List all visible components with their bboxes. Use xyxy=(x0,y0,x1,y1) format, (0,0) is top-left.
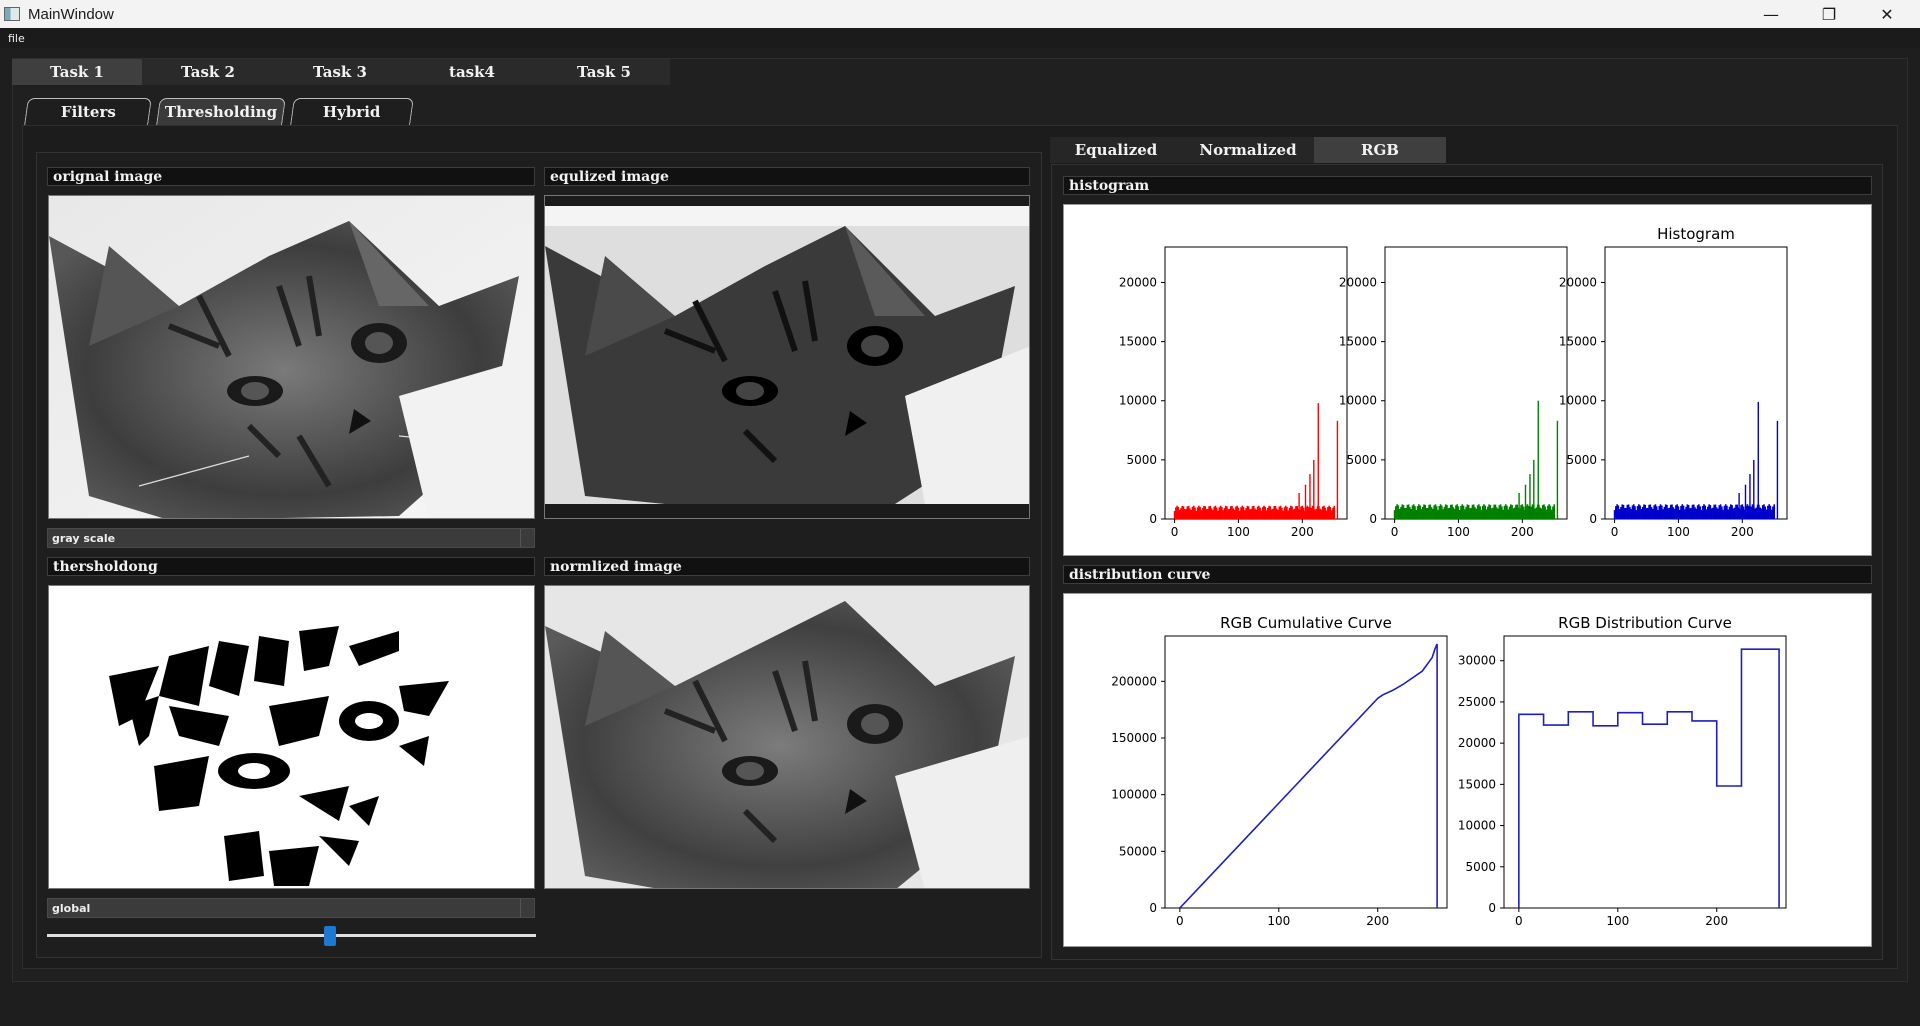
x-tick-label: 100 xyxy=(1227,525,1250,539)
x-tick-label: 200 xyxy=(1511,525,1534,539)
menu-bar: file xyxy=(0,28,1920,48)
curve-line xyxy=(1179,643,1438,909)
slider-handle[interactable] xyxy=(323,926,336,946)
y-tick-label: 150000 xyxy=(1111,731,1157,745)
y-tick-label: 5000 xyxy=(1126,453,1157,467)
tab-equalized[interactable]: Equalized xyxy=(1050,137,1182,163)
x-tick-label: 100 xyxy=(1606,914,1629,928)
y-tick-label: 0 xyxy=(1488,901,1496,915)
equalized-image xyxy=(544,195,1030,519)
original-image xyxy=(48,195,535,519)
window-title: MainWindow xyxy=(28,5,114,23)
y-tick-label: 10000 xyxy=(1339,394,1377,408)
y-tick-label: 0 xyxy=(1589,512,1597,526)
tab-normalized[interactable]: Normalized xyxy=(1182,137,1314,163)
x-tick-label: 200 xyxy=(1291,525,1314,539)
y-tick-label: 10000 xyxy=(1119,394,1157,408)
y-tick-label: 20000 xyxy=(1559,275,1597,289)
x-tick-label: 100 xyxy=(1447,525,1470,539)
thresholded-image xyxy=(48,585,535,889)
minimize-button[interactable]: — xyxy=(1742,0,1800,28)
x-tick-label: 0 xyxy=(1171,525,1179,539)
task-tab-bar: Task 1 Task 2 Task 3 task4 Task 5 xyxy=(12,59,670,85)
tab-hybrid-label: Hybrid xyxy=(323,103,381,121)
y-tick-label: 0 xyxy=(1149,901,1157,915)
plot-tab-bar: Equalized Normalized RGB xyxy=(1050,137,1446,163)
x-tick-label: 0 xyxy=(1611,525,1619,539)
histogram-label: histogram xyxy=(1063,176,1872,195)
tab-task-4[interactable]: task4 xyxy=(406,59,538,85)
x-tick-label: 0 xyxy=(1391,525,1399,539)
tab-thresholding[interactable]: Thresholding xyxy=(156,98,286,125)
menu-file[interactable]: file xyxy=(0,32,25,45)
tab-task-3[interactable]: Task 3 xyxy=(274,59,406,85)
tab-task-2[interactable]: Task 2 xyxy=(142,59,274,85)
chevron-down-icon xyxy=(520,899,534,917)
threshold-slider[interactable] xyxy=(47,926,536,946)
histogram-plot: 0 5000 10000 15000 20000 0 100 200 0 5000 10000 150… xyxy=(1063,204,1872,556)
x-tick-label: 0 xyxy=(1515,914,1523,928)
thresholding-label: thersholdong xyxy=(47,557,535,576)
tab-task-5[interactable]: Task 5 xyxy=(538,59,670,85)
y-tick-label: 15000 xyxy=(1559,335,1597,349)
chevron-down-icon xyxy=(520,529,534,547)
curve-axes-frame xyxy=(1503,635,1787,909)
y-tick-label: 200000 xyxy=(1111,674,1157,688)
curve-axes-frame xyxy=(1164,635,1448,909)
y-tick-label: 10000 xyxy=(1559,394,1597,408)
histogram-figure: 050001000015000200000 100 2000500010000150… xyxy=(1119,225,1788,539)
distribution-curve-label: distribution curve xyxy=(1063,565,1872,584)
y-tick-label: 5000 xyxy=(1465,860,1496,874)
tab-filters-label: Filters xyxy=(60,103,116,121)
curve-title: RGB Cumulative Curve xyxy=(1220,614,1392,632)
threshold-method-combobox-value: global xyxy=(52,901,91,915)
y-tick-label: 15000 xyxy=(1339,335,1377,349)
y-tick-label: 15000 xyxy=(1458,777,1496,791)
y-tick-label: 20000 xyxy=(1339,275,1377,289)
tab-filters[interactable]: Filters xyxy=(24,98,152,125)
y-tick-label: 15000 xyxy=(1119,335,1157,349)
y-tick-label: 5000 xyxy=(1566,453,1597,467)
y-tick-label: 100000 xyxy=(1111,788,1157,802)
tab-task-1[interactable]: Task 1 xyxy=(12,59,142,85)
y-tick-label: 0 xyxy=(1369,512,1377,526)
gray-scale-combobox-value: gray scale xyxy=(52,531,116,545)
normalized-image xyxy=(544,585,1030,889)
y-tick-label: 5000 xyxy=(1346,453,1377,467)
y-tick-label: 50000 xyxy=(1119,844,1157,858)
tab-thresholding-label: Thresholding xyxy=(164,103,278,121)
x-tick-label: 0 xyxy=(1176,914,1184,928)
y-tick-label: 20000 xyxy=(1458,736,1496,750)
tab-rgb[interactable]: RGB xyxy=(1314,137,1446,163)
histogram-title: Histogram xyxy=(1657,225,1735,243)
restore-button[interactable]: ❐ xyxy=(1800,0,1858,28)
original-image-label: orignal image xyxy=(47,167,535,186)
y-tick-label: 25000 xyxy=(1458,695,1496,709)
x-tick-label: 200 xyxy=(1366,914,1389,928)
distribution-plot: RGB Cumulative Curve 0 50000 100000 150000 20… xyxy=(1063,593,1872,947)
histogram-axes-frame xyxy=(1604,246,1788,520)
app-icon xyxy=(4,7,20,21)
distribution-figure: RGB Cumulative Curve05000010000015000020… xyxy=(1111,614,1787,928)
curve-line xyxy=(1518,648,1780,908)
curve-title: RGB Distribution Curve xyxy=(1558,614,1732,632)
title-bar: MainWindow — ❐ ✕ xyxy=(0,0,1920,28)
y-tick-label: 30000 xyxy=(1458,654,1496,668)
slider-track xyxy=(47,934,536,937)
x-tick-label: 100 xyxy=(1667,525,1690,539)
y-tick-label: 10000 xyxy=(1458,819,1496,833)
close-button[interactable]: ✕ xyxy=(1858,0,1916,28)
equalized-image-label: equlized image xyxy=(544,167,1030,186)
y-tick-label: 20000 xyxy=(1119,275,1157,289)
normalized-image-label: normlized image xyxy=(544,557,1030,576)
y-tick-label: 0 xyxy=(1149,512,1157,526)
tab-hybrid[interactable]: Hybrid xyxy=(290,98,414,125)
x-tick-label: 200 xyxy=(1731,525,1754,539)
threshold-method-combobox[interactable]: global xyxy=(47,898,535,918)
x-tick-label: 100 xyxy=(1267,914,1290,928)
histogram-axes-frame xyxy=(1164,246,1348,520)
x-tick-label: 200 xyxy=(1705,914,1728,928)
gray-scale-combobox[interactable]: gray scale xyxy=(47,528,535,548)
histogram-axes-frame xyxy=(1384,246,1568,520)
